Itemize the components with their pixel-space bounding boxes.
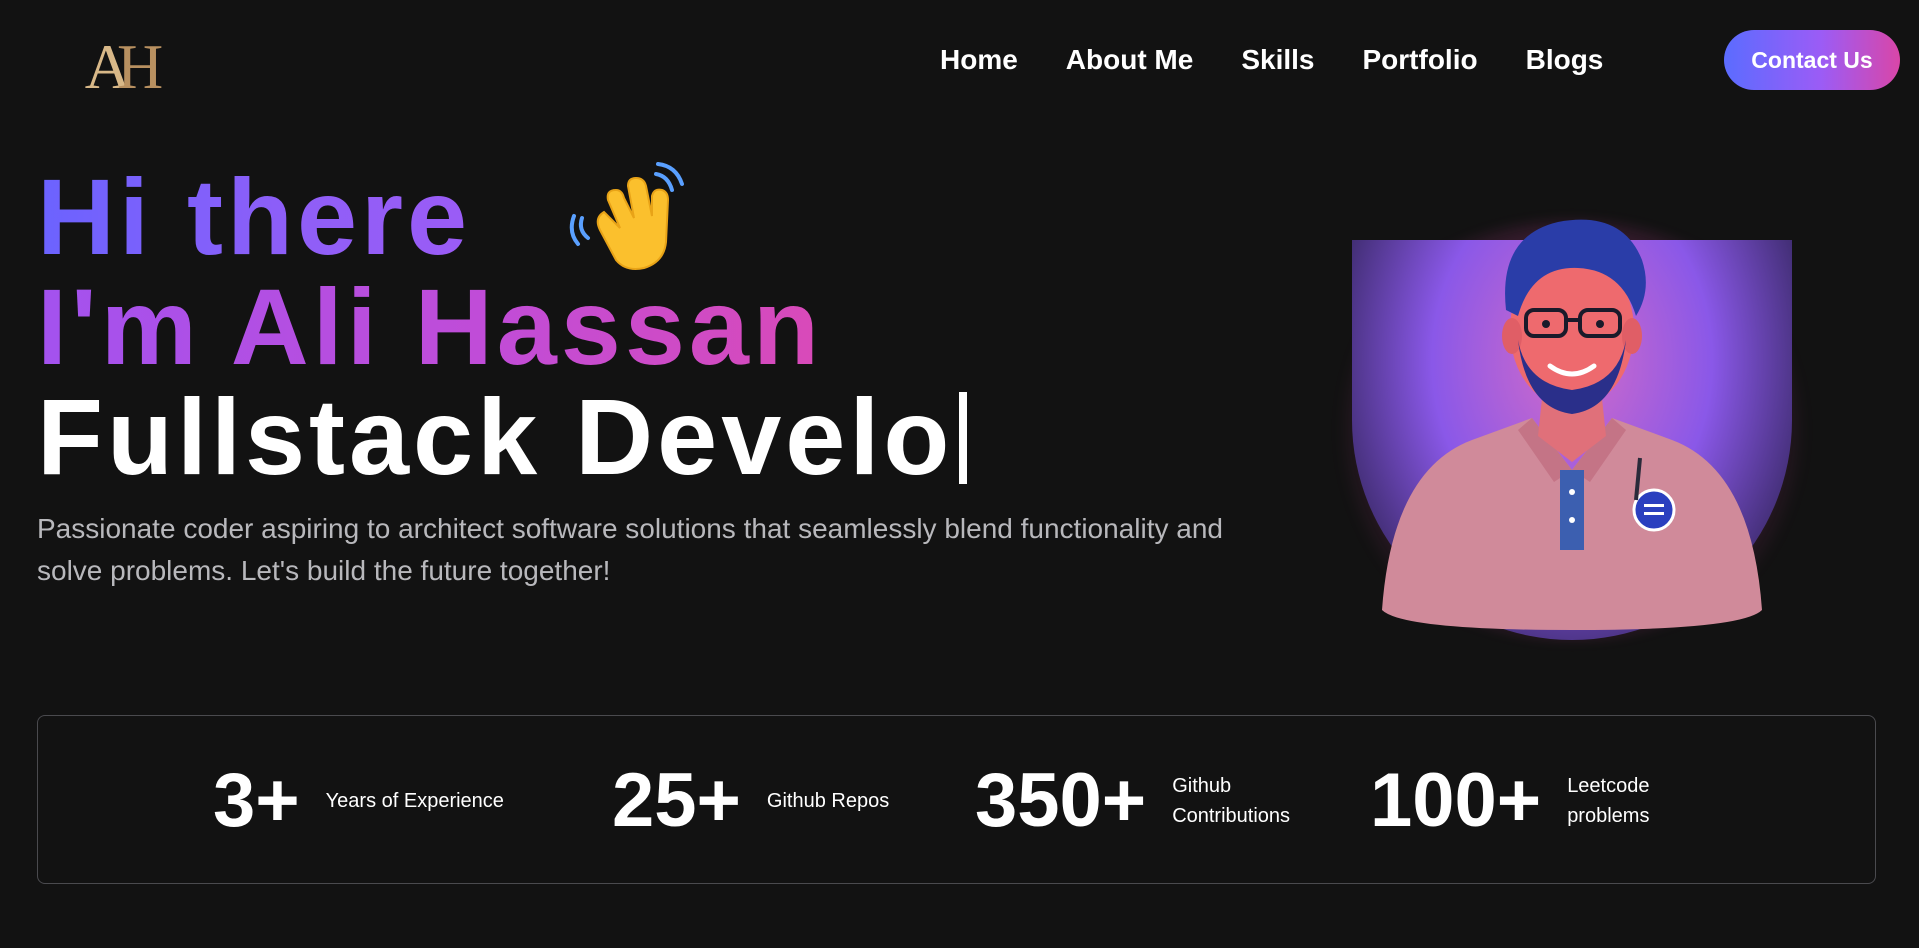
stat-label: Leetcode problems bbox=[1567, 774, 1650, 827]
nav-blogs[interactable]: Blogs bbox=[1526, 44, 1604, 76]
hero-name-text: I'm Ali Hassan bbox=[37, 266, 823, 387]
stat-github-contributions: 350+ Github Contributions bbox=[975, 716, 1312, 885]
hero-role: Fullstack Develo bbox=[37, 382, 968, 492]
typing-caret bbox=[959, 392, 968, 484]
stat-github-repos: 25+ Github Repos bbox=[612, 716, 927, 885]
nav-home[interactable]: Home bbox=[940, 44, 1018, 76]
hero-name: I'm Ali Hassan bbox=[37, 272, 823, 382]
stat-experience: 3+ Years of Experience bbox=[213, 716, 546, 885]
nav-portfolio[interactable]: Portfolio bbox=[1363, 44, 1478, 76]
avatar bbox=[1382, 219, 1762, 630]
stat-label: Github Contributions bbox=[1172, 774, 1291, 827]
waving-hand-icon bbox=[569, 162, 684, 270]
hero-greeting: Hi there bbox=[37, 162, 471, 272]
profile-portrait bbox=[1322, 140, 1822, 640]
stat-value: 3+ bbox=[213, 758, 300, 843]
stat-leetcode: 100+ Leetcode problems bbox=[1370, 716, 1687, 885]
stat-label: Years of Experience bbox=[325, 789, 504, 812]
logo-letter-h: H bbox=[117, 31, 163, 102]
hero-greeting-text: Hi there bbox=[37, 156, 472, 277]
logo[interactable]: A H bbox=[72, 31, 164, 102]
nav-about-me[interactable]: About Me bbox=[1066, 44, 1194, 76]
contact-us-button[interactable]: Contact Us bbox=[1724, 30, 1900, 90]
hero-description: Passionate coder aspiring to architect s… bbox=[37, 513, 1223, 586]
stat-value: 25+ bbox=[612, 758, 741, 843]
main-nav: Home About Me Skills Portfolio Blogs bbox=[940, 38, 1651, 82]
typed-role-text: Fullstack Develo bbox=[37, 376, 954, 497]
stat-value: 350+ bbox=[975, 758, 1147, 843]
logo-letter-a: A bbox=[84, 31, 131, 102]
nav-skills[interactable]: Skills bbox=[1241, 44, 1314, 76]
page: A H Home About Me Skills Portfolio Blogs… bbox=[0, 0, 1919, 948]
stat-label: Github Repos bbox=[766, 789, 890, 812]
stat-value: 100+ bbox=[1370, 758, 1542, 843]
stats-panel: 3+ Years of Experience 25+ Github Repos … bbox=[37, 715, 1876, 884]
